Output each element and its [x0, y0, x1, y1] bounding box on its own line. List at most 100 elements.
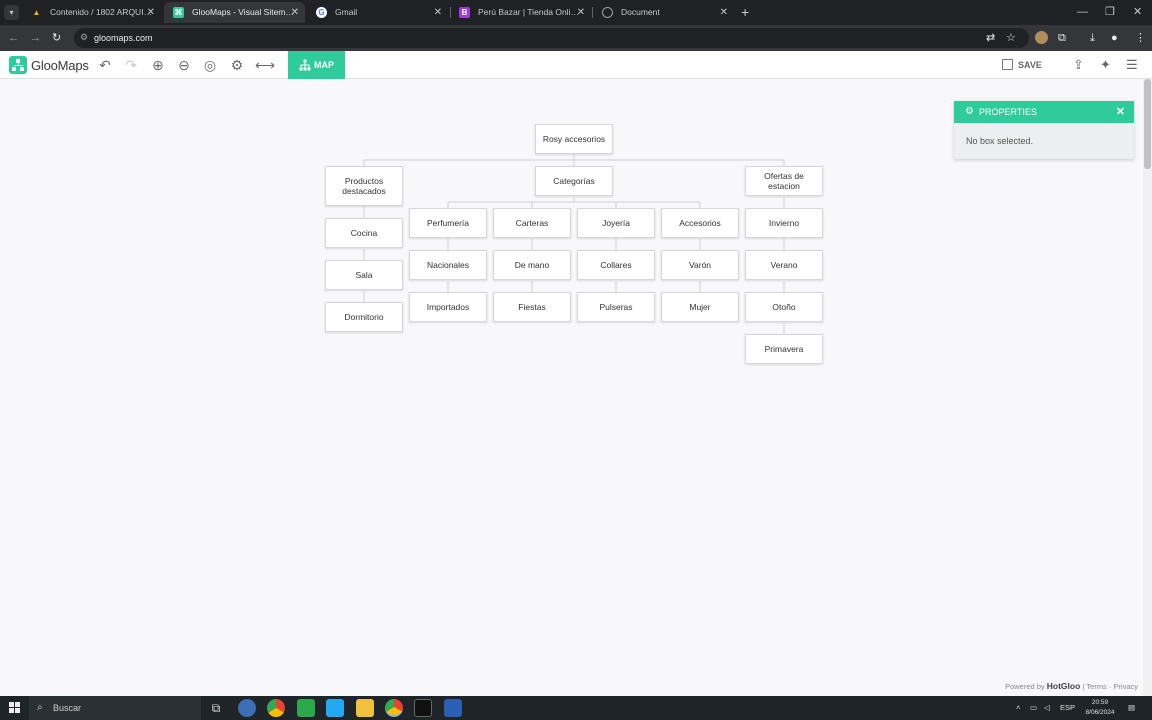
- gloomaps-favicon-icon: ⌘: [173, 7, 184, 18]
- twitter-icon[interactable]: ✦: [1100, 57, 1111, 73]
- vertical-scrollbar[interactable]: [1143, 79, 1152, 696]
- terms-link[interactable]: Terms: [1086, 682, 1106, 691]
- zoom-out-icon[interactable]: ⊖: [176, 57, 192, 73]
- sitemap-node-perfumeria[interactable]: Perfumería: [409, 208, 487, 238]
- chrome-active-app-icon[interactable]: [385, 699, 403, 717]
- url-omnibox[interactable]: ⚙ gloomaps.com: [74, 28, 1029, 48]
- browser-tab-peru-bazar[interactable]: B Perú Bazar | Tienda Online | Mu ✕: [450, 2, 591, 23]
- center-target-icon[interactable]: ◎: [202, 57, 218, 73]
- sitemap-node-invierno[interactable]: Invierno: [745, 208, 823, 238]
- minimize-icon[interactable]: —: [1077, 5, 1088, 19]
- save-button-label: SAVE: [1018, 60, 1042, 70]
- tab-title: Document: [621, 7, 660, 17]
- sitemap-node-fiestas[interactable]: Fiestas: [493, 292, 571, 322]
- bookmark-star-icon[interactable]: ☆: [1006, 30, 1016, 46]
- site-info-icon[interactable]: ⚙: [80, 32, 88, 43]
- sitemap-node-joyeria[interactable]: Joyería: [577, 208, 655, 238]
- forward-arrow-icon[interactable]: →: [30, 30, 41, 46]
- sitemap-node-primavera[interactable]: Primavera: [745, 334, 823, 364]
- close-tab-icon[interactable]: ✕: [147, 2, 155, 23]
- language-indicator[interactable]: ESP: [1060, 696, 1075, 720]
- sitemap-node-productos-destacados[interactable]: Productos destacados: [325, 166, 403, 206]
- taskbar-clock[interactable]: 20:59 8/06/2024: [1078, 698, 1122, 718]
- terminal-icon[interactable]: [414, 699, 432, 717]
- hamburger-menu-icon[interactable]: ☰: [1126, 57, 1138, 73]
- chrome-app-icon[interactable]: [267, 699, 285, 717]
- browser-tab-gloomaps[interactable]: ⌘ GlooMaps - Visual Sitemap Too ✕: [164, 2, 305, 23]
- vscode-icon[interactable]: [326, 699, 344, 717]
- close-panel-icon[interactable]: ✕: [1116, 101, 1125, 123]
- extensions-puzzle-icon[interactable]: ⧉: [1058, 30, 1066, 46]
- search-placeholder: Buscar: [53, 703, 82, 713]
- sitemap-node-ofertas[interactable]: Ofertas de estacion: [745, 166, 823, 196]
- triangle-favicon-icon: ▲: [32, 8, 41, 17]
- horizontal-expand-icon[interactable]: ⟷: [255, 57, 275, 73]
- node-label: Collares: [600, 260, 632, 270]
- extension-avatar-icon[interactable]: [1035, 31, 1048, 44]
- close-tab-icon[interactable]: ✕: [291, 2, 299, 23]
- tray-chevron-icon[interactable]: ˄: [1016, 696, 1020, 720]
- sitemap-node-nacionales[interactable]: Nacionales: [409, 250, 487, 280]
- url-text[interactable]: gloomaps.com: [94, 31, 153, 45]
- file-explorer-icon[interactable]: [356, 699, 374, 717]
- network-icon[interactable]: ▭: [1030, 696, 1037, 720]
- taskbar-search-box[interactable]: ⌕ Buscar: [29, 696, 201, 720]
- sitemap-node-mujer[interactable]: Mujer: [661, 292, 739, 322]
- tab-title: GlooMaps - Visual Sitemap Too: [192, 7, 297, 17]
- sitemap-canvas[interactable]: Rosy accesorios Productos destacados Cat…: [0, 79, 1143, 696]
- close-tab-icon[interactable]: ✕: [720, 2, 728, 23]
- scrollbar-thumb[interactable]: [1144, 79, 1151, 169]
- close-tab-icon[interactable]: ✕: [577, 2, 585, 23]
- new-tab-button[interactable]: +: [741, 4, 749, 20]
- back-arrow-icon[interactable]: ←: [8, 30, 19, 46]
- gloomaps-logo[interactable]: GlooMaps: [9, 56, 89, 74]
- sitemap-node-pulseras[interactable]: Pulseras: [577, 292, 655, 322]
- properties-title: PROPERTIES: [979, 107, 1037, 117]
- powered-by-text: Powered by: [1005, 682, 1045, 691]
- sitemap-node-root[interactable]: Rosy accesorios: [535, 124, 613, 154]
- browser-tab-document[interactable]: Document ✕: [593, 2, 734, 23]
- app-icon[interactable]: [297, 699, 315, 717]
- save-button[interactable]: SAVE: [1002, 58, 1042, 72]
- task-view-icon[interactable]: ⧉: [207, 699, 225, 717]
- download-icon[interactable]: ⤓: [1090, 30, 1095, 46]
- volume-icon[interactable]: ◁: [1044, 696, 1050, 720]
- browser-menu-icon[interactable]: ⋮: [1135, 30, 1146, 46]
- redo-icon[interactable]: ↷: [123, 57, 139, 73]
- word-icon[interactable]: [444, 699, 462, 717]
- tab-search-icon[interactable]: ▾: [4, 5, 19, 20]
- map-view-button[interactable]: MAP: [288, 51, 345, 79]
- sitemap-node-cocina[interactable]: Cocina: [325, 218, 403, 248]
- sitemap-node-sala[interactable]: Sala: [325, 260, 403, 290]
- sitemap-node-verano[interactable]: Verano: [745, 250, 823, 280]
- undo-icon[interactable]: ↶: [97, 57, 113, 73]
- zoom-in-icon[interactable]: ⊕: [150, 57, 166, 73]
- sitemap-node-otono[interactable]: Otoño: [745, 292, 823, 322]
- privacy-link[interactable]: Privacy: [1113, 682, 1138, 691]
- share-icon[interactable]: ⇪: [1073, 57, 1084, 73]
- translate-icon[interactable]: ⇄: [986, 30, 995, 46]
- hotgloo-link[interactable]: HotGloo: [1047, 681, 1081, 691]
- sitemap-node-carteras[interactable]: Carteras: [493, 208, 571, 238]
- notifications-icon[interactable]: ▤: [1128, 696, 1135, 720]
- close-tab-icon[interactable]: ✕: [434, 2, 442, 23]
- reload-icon[interactable]: ↻: [52, 30, 61, 46]
- windows-start-icon[interactable]: [9, 702, 20, 713]
- close-window-icon[interactable]: ✕: [1133, 5, 1142, 19]
- sitemap-node-de-mano[interactable]: De mano: [493, 250, 571, 280]
- browser-tab-contenido[interactable]: ▲ Contenido / 1802 ARQUITECTU ✕: [22, 2, 161, 23]
- sitemap-node-importados[interactable]: Importados: [409, 292, 487, 322]
- weather-app-icon[interactable]: [238, 699, 256, 717]
- sitemap-node-collares[interactable]: Collares: [577, 250, 655, 280]
- sitemap-node-accesorios[interactable]: Accesorios: [661, 208, 739, 238]
- sitemap-node-categorias[interactable]: Categorías: [535, 166, 613, 196]
- profile-icon[interactable]: ●: [1111, 30, 1118, 46]
- sitemap-icon: [299, 59, 311, 71]
- properties-panel: ⚙ PROPERTIES ✕ No box selected.: [954, 101, 1134, 159]
- sitemap-node-varon[interactable]: Varón: [661, 250, 739, 280]
- browser-tab-gmail[interactable]: G Gmail ✕: [307, 2, 448, 23]
- node-label: Cocina: [350, 228, 378, 238]
- settings-gear-icon[interactable]: ⚙: [229, 57, 245, 73]
- restore-window-icon[interactable]: ❐: [1105, 5, 1115, 19]
- sitemap-node-dormitorio[interactable]: Dormitorio: [325, 302, 403, 332]
